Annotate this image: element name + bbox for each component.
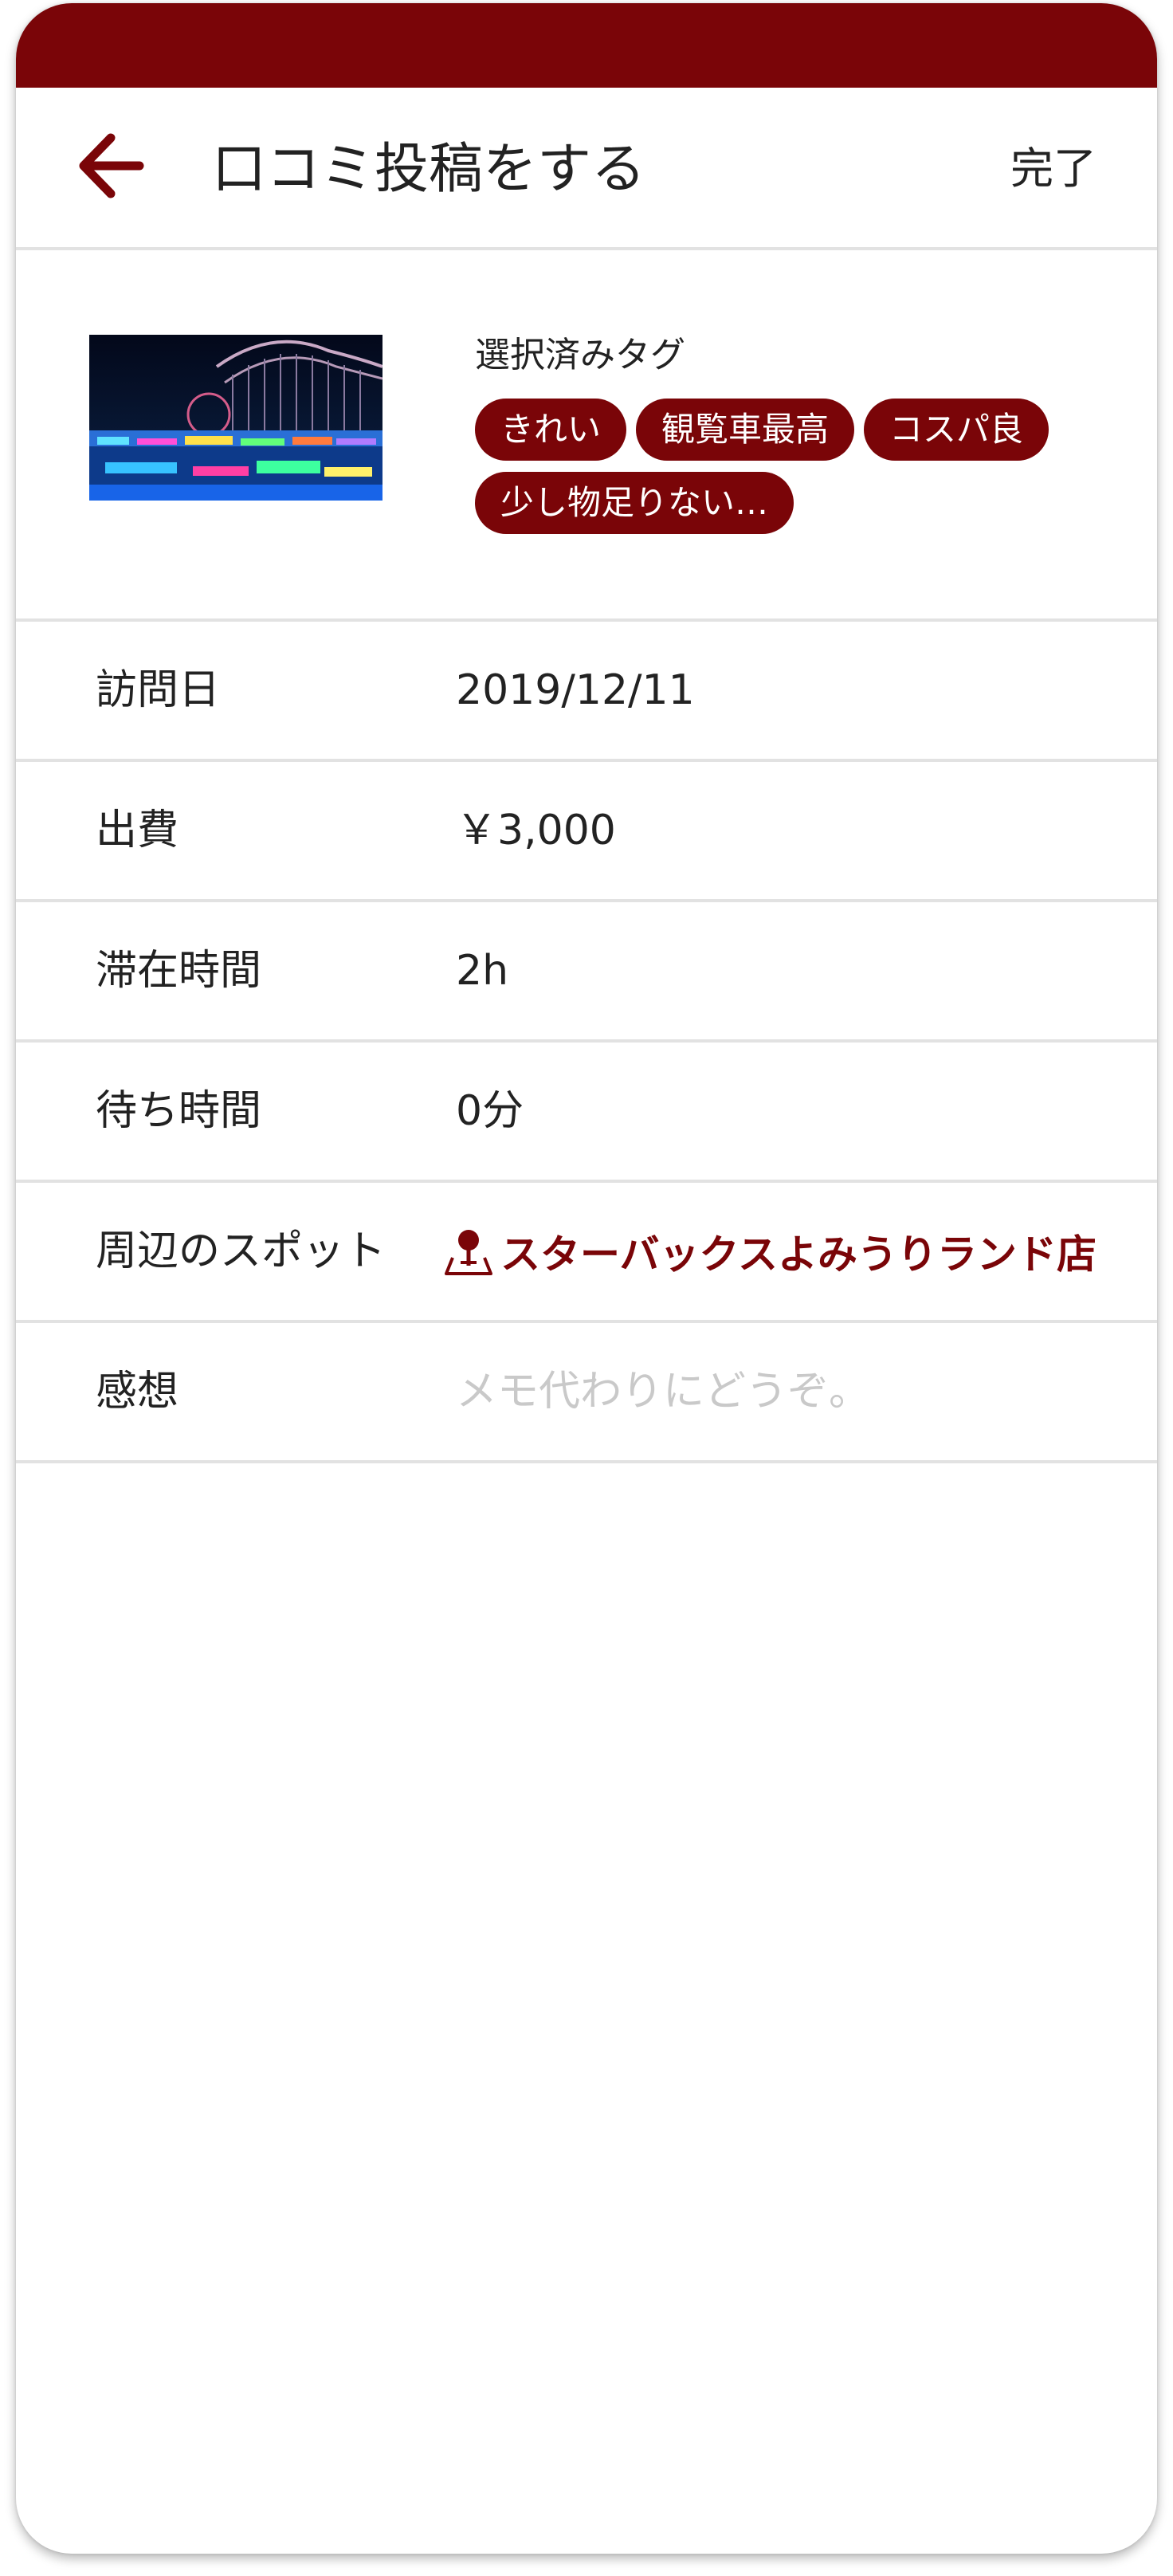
stay-time-label: 滞在時間 <box>96 947 262 995</box>
arrow-left-icon <box>79 133 144 198</box>
wait-time-label: 待ち時間 <box>96 1087 262 1135</box>
impression-input[interactable]: メモ代わりにどうぞ。 <box>456 1323 870 1460</box>
visit-date-label: 訪問日 <box>96 666 221 714</box>
visit-date-row[interactable]: 訪問日 2019/12/11 <box>16 622 1157 762</box>
nearby-spot-row[interactable]: 周辺のスポット スターバックスよみうりランド店 <box>16 1183 1157 1323</box>
selected-tags-title: 選択済みタグ <box>475 335 685 375</box>
status-bar <box>16 3 1157 88</box>
page-title: 口コミ投稿をする <box>212 138 646 201</box>
back-button[interactable] <box>72 128 148 204</box>
impression-row[interactable]: 感想 メモ代わりにどうぞ。 <box>16 1323 1157 1463</box>
nearby-spot-name: スターバックスよみうりランド店 <box>500 1231 1096 1278</box>
post-summary: 選択済みタグ きれい 観覧車最高 コスパ良 少し物足りない… <box>16 250 1157 622</box>
selected-tags: きれい 観覧車最高 コスパ良 少し物足りない… <box>475 399 1104 534</box>
stay-time-value[interactable]: 2h <box>456 902 508 1039</box>
tag-chip[interactable]: 少し物足りない… <box>475 472 794 534</box>
map-pin-icon <box>445 1230 492 1275</box>
nearby-spot-label: 周辺のスポット <box>96 1227 386 1275</box>
wait-time-row[interactable]: 待ち時間 0分 <box>16 1043 1157 1183</box>
expense-label: 出費 <box>96 807 179 854</box>
expense-value[interactable]: ￥3,000 <box>456 762 616 899</box>
tag-chip[interactable]: コスパ良 <box>864 399 1049 461</box>
tag-chip[interactable]: きれい <box>475 399 627 461</box>
done-button[interactable]: 完了 <box>1010 137 1096 201</box>
app-header: 口コミ投稿をする 完了 <box>16 88 1157 250</box>
phone-screen: 口コミ投稿をする 完了 選択済みタグ きれい 観覧車最高 コスパ良 少し物足りな… <box>16 3 1157 2554</box>
stay-time-row[interactable]: 滞在時間 2h <box>16 902 1157 1043</box>
spot-photo[interactable] <box>89 335 382 501</box>
impression-label: 感想 <box>96 1368 179 1416</box>
expense-row[interactable]: 出費 ￥3,000 <box>16 762 1157 902</box>
visit-date-value[interactable]: 2019/12/11 <box>456 622 695 759</box>
nearby-spot-link[interactable]: スターバックスよみうりランド店 <box>443 1183 1096 1320</box>
tag-chip[interactable]: 観覧車最高 <box>636 399 855 461</box>
wait-time-value[interactable]: 0分 <box>456 1043 524 1180</box>
